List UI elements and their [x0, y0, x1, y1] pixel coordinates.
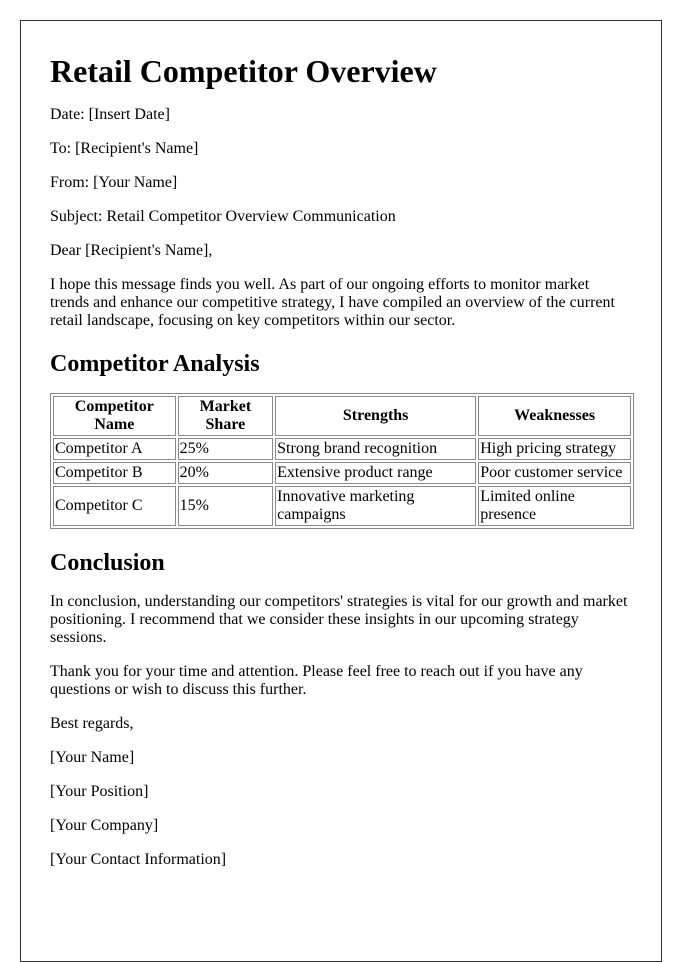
competitor-table: Competitor Name Market Share Strengths W… [50, 393, 634, 529]
cell-strengths: Extensive product range [275, 462, 477, 484]
letter-meta: Date: [Insert Date] To: [Recipient's Nam… [50, 106, 631, 330]
column-header-strengths: Strengths [275, 396, 477, 436]
date-line: Date: [Insert Date] [50, 106, 170, 123]
table-row: Competitor C 15% Innovative marketing ca… [53, 486, 631, 526]
column-header-market-share: Market Share [177, 396, 274, 436]
from-line: From: [Your Name] [50, 174, 178, 191]
closing: Best regards, [50, 715, 134, 732]
cell-market-share: 15% [177, 486, 274, 526]
cell-market-share: 25% [177, 438, 274, 460]
competitor-analysis-heading: Competitor Analysis [50, 351, 260, 377]
signature-company: [Your Company] [50, 817, 159, 834]
column-header-competitor-name: Competitor Name [53, 396, 176, 436]
cell-weaknesses: Poor customer service [478, 462, 631, 484]
cell-market-share: 20% [177, 462, 274, 484]
cell-strengths: Innovative marketing campaigns [275, 486, 477, 526]
conclusion-paragraph: In conclusion, understanding our competi… [50, 593, 628, 646]
letter-container: Retail Competitor Overview Date: [Insert… [20, 20, 662, 962]
table-header-row: Competitor Name Market Share Strengths W… [53, 396, 631, 436]
intro-paragraph: I hope this message finds you well. As p… [50, 276, 615, 329]
table-row: Competitor A 25% Strong brand recognitio… [53, 438, 631, 460]
signature-contact: [Your Contact Information] [50, 851, 227, 868]
cell-weaknesses: High pricing strategy [478, 438, 631, 460]
cell-strengths: Strong brand recognition [275, 438, 477, 460]
signature-position: [Your Position] [50, 783, 149, 800]
salutation: Dear [Recipient's Name], [50, 242, 213, 259]
cell-weaknesses: Limited online presence [478, 486, 631, 526]
page-title: Retail Competitor Overview [50, 53, 437, 89]
subject-line: Subject: Retail Competitor Overview Comm… [50, 208, 396, 225]
thank-you-paragraph: Thank you for your time and attention. P… [50, 663, 583, 698]
cell-competitor-name: Competitor A [53, 438, 176, 460]
column-header-weaknesses: Weaknesses [478, 396, 631, 436]
cell-competitor-name: Competitor B [53, 462, 176, 484]
signature-name: [Your Name] [50, 749, 135, 766]
to-line: To: [Recipient's Name] [50, 140, 199, 157]
conclusion-heading: Conclusion [50, 550, 165, 576]
cell-competitor-name: Competitor C [53, 486, 176, 526]
table-row: Competitor B 20% Extensive product range… [53, 462, 631, 484]
